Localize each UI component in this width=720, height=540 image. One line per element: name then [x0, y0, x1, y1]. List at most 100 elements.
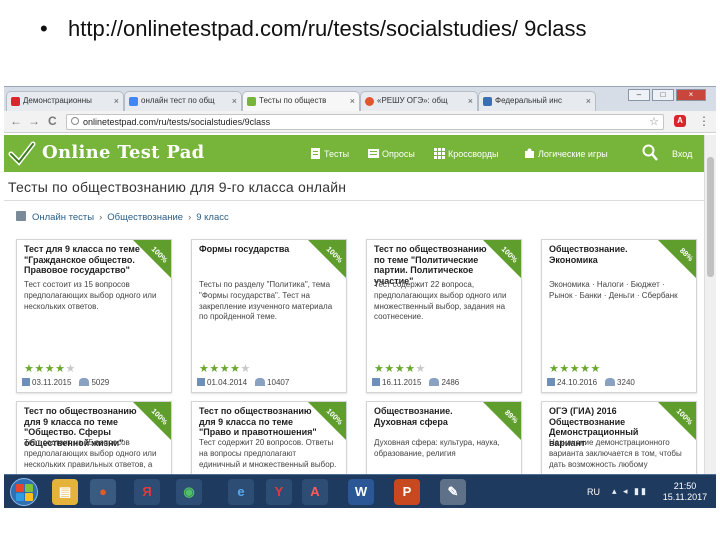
rating-stars: ★★★★★: [199, 363, 251, 375]
tab-onlinetestpad[interactable]: Тесты по обществ ×: [242, 91, 360, 111]
users-icon: [255, 378, 266, 386]
close-icon[interactable]: ×: [468, 92, 473, 110]
maximize-button[interactable]: □: [652, 89, 674, 101]
page-scrollbar[interactable]: [704, 135, 716, 508]
card-date: 03.11.2015: [32, 378, 72, 387]
breadcrumb-9class[interactable]: 9 класс: [196, 212, 229, 223]
logo-icon[interactable]: [8, 140, 36, 167]
site-logo-text[interactable]: Online Test Pad: [42, 141, 205, 165]
window-close-button[interactable]: ×: [676, 89, 706, 101]
close-icon[interactable]: ×: [350, 92, 355, 110]
card-title[interactable]: Обществознание. Экономика: [549, 244, 671, 265]
test-card[interactable]: Обществознание. Экономика 88% Экономика …: [541, 239, 697, 393]
site-header: Online Test Pad Тесты Опросы Кроссворды …: [4, 135, 704, 172]
chrome-icon[interactable]: ◉: [176, 479, 202, 505]
tab-label: Тесты по обществ: [259, 96, 327, 105]
back-icon[interactable]: ←: [10, 114, 22, 128]
document-icon: [311, 148, 320, 159]
survey-icon: [368, 149, 379, 158]
tab-favicon: [11, 97, 20, 106]
rating-stars: ★★★★★: [374, 363, 426, 375]
browser-menu-icon[interactable]: ⋮: [698, 113, 710, 129]
grid-icon: [434, 148, 445, 159]
paint-icon[interactable]: ✎: [440, 479, 466, 505]
login-link[interactable]: Вход: [672, 146, 692, 162]
tab-label: Федеральный инс: [495, 96, 562, 105]
yandex-icon[interactable]: Y: [266, 479, 292, 505]
card-description: Тесты по разделу "Политика", тема "Формы…: [199, 280, 333, 322]
powerpoint-icon[interactable]: P: [394, 479, 420, 505]
tab-demo[interactable]: Демонстрационны ×: [6, 91, 124, 111]
card-title[interactable]: Обществознание. Духовная сфера: [374, 406, 496, 427]
close-icon[interactable]: ×: [114, 92, 119, 110]
tab-fipi[interactable]: Федеральный инс ×: [478, 91, 596, 111]
users-icon: [79, 378, 90, 386]
test-card[interactable]: Формы государства 100% Тесты по разделу …: [191, 239, 347, 393]
minimize-button[interactable]: –: [628, 89, 650, 101]
nav-label: Логические игры: [538, 149, 608, 159]
nav-crosswords[interactable]: Кроссворды: [434, 146, 498, 162]
explorer-icon[interactable]: ▤: [52, 479, 78, 505]
card-title[interactable]: Тест по обществознанию для 9 класса по т…: [199, 406, 321, 438]
info-icon[interactable]: [71, 117, 79, 125]
users-icon: [605, 378, 616, 386]
tab-label: «РЕШУ ОГЭ»: общ: [377, 96, 448, 105]
taskbar: ▤ ● Я ◉ e Y A W P ✎ RU ▴ ◂ ▮▮ 21:50 15.1…: [4, 474, 716, 508]
card-description: Духовная сфера: культура, наука, образов…: [374, 438, 500, 458]
yandex-browser-icon[interactable]: Я: [134, 479, 160, 505]
breadcrumb: Онлайн тесты › Обществознание › 9 класс: [16, 211, 229, 225]
card-description: Тест состоит из 15 вопросов предполагающ…: [24, 438, 157, 469]
acrobat-icon[interactable]: A: [302, 479, 328, 505]
address-bar: ← → C onlinetestpad.com/ru/tests/socials…: [4, 111, 716, 133]
home-icon[interactable]: [16, 211, 26, 221]
test-card[interactable]: ОГЭ (ГИА) 2016 Обществознание Демонстрац…: [541, 401, 697, 481]
language-indicator[interactable]: RU: [587, 486, 600, 498]
reload-icon[interactable]: C: [48, 114, 57, 128]
word-icon[interactable]: W: [348, 479, 374, 505]
close-icon[interactable]: ×: [586, 92, 591, 110]
tab-reshuoge[interactable]: «РЕШУ ОГЭ»: общ ×: [360, 91, 478, 111]
card-title[interactable]: Тест для 9 класса по теме "Гражданское о…: [24, 244, 146, 276]
calendar-icon: [547, 378, 555, 386]
divider: [4, 200, 704, 201]
scrollbar-thumb[interactable]: [707, 157, 714, 277]
rating-stars: ★★★★★: [24, 363, 76, 375]
media-icon[interactable]: ●: [90, 479, 116, 505]
test-card[interactable]: Тест по обществознанию для 9 класса по т…: [191, 401, 347, 481]
rating-stars: ★★★★★: [549, 363, 601, 375]
search-icon[interactable]: [642, 144, 658, 162]
card-count: 3240: [617, 378, 635, 387]
breadcrumb-separator: ›: [188, 212, 192, 223]
card-meta: 03.11.2015 5029: [22, 377, 109, 389]
forward-icon[interactable]: →: [28, 114, 40, 128]
test-card[interactable]: Тест по обществознанию для 9 класса по т…: [16, 401, 172, 481]
tab-google[interactable]: онлайн тест по общ ×: [124, 91, 242, 111]
tab-favicon: [365, 97, 374, 106]
test-card[interactable]: Тест по обществознанию по теме "Политиче…: [366, 239, 522, 393]
nav-surveys[interactable]: Опросы: [368, 146, 415, 162]
test-card[interactable]: Тест для 9 класса по теме "Гражданское о…: [16, 239, 172, 393]
card-count: 2486: [441, 378, 460, 387]
internet-explorer-icon[interactable]: e: [228, 479, 254, 505]
breadcrumb-online-tests[interactable]: Онлайн тесты: [32, 212, 94, 223]
card-title[interactable]: Формы государства: [199, 244, 321, 255]
nav-logic-games[interactable]: Логические игры: [524, 146, 608, 162]
url-text: onlinetestpad.com/ru/tests/socialstudies…: [83, 117, 271, 127]
tray-icons[interactable]: ▴ ◂ ▮▮: [612, 485, 648, 497]
url-input[interactable]: onlinetestpad.com/ru/tests/socialstudies…: [66, 114, 664, 130]
calendar-icon: [22, 378, 30, 386]
bookmark-star-icon[interactable]: ☆: [649, 115, 659, 129]
card-description: Назначение демонстрационного варианта за…: [549, 438, 682, 469]
test-card[interactable]: Обществознание. Духовная сфера 89% Духов…: [366, 401, 522, 481]
breadcrumb-socialstudies[interactable]: Обществознание: [107, 212, 183, 223]
calendar-icon: [372, 378, 380, 386]
breadcrumb-separator: ›: [99, 212, 103, 223]
bullet: •: [40, 16, 48, 41]
close-icon[interactable]: ×: [232, 92, 237, 110]
tab-strip: Демонстрационны × онлайн тест по общ × Т…: [4, 87, 716, 111]
start-button[interactable]: [10, 478, 38, 506]
system-clock[interactable]: 21:50 15.11.2017: [656, 481, 714, 503]
extension-icon[interactable]: A: [674, 115, 686, 127]
puzzle-icon: [525, 148, 534, 158]
nav-tests[interactable]: Тесты: [310, 146, 349, 162]
